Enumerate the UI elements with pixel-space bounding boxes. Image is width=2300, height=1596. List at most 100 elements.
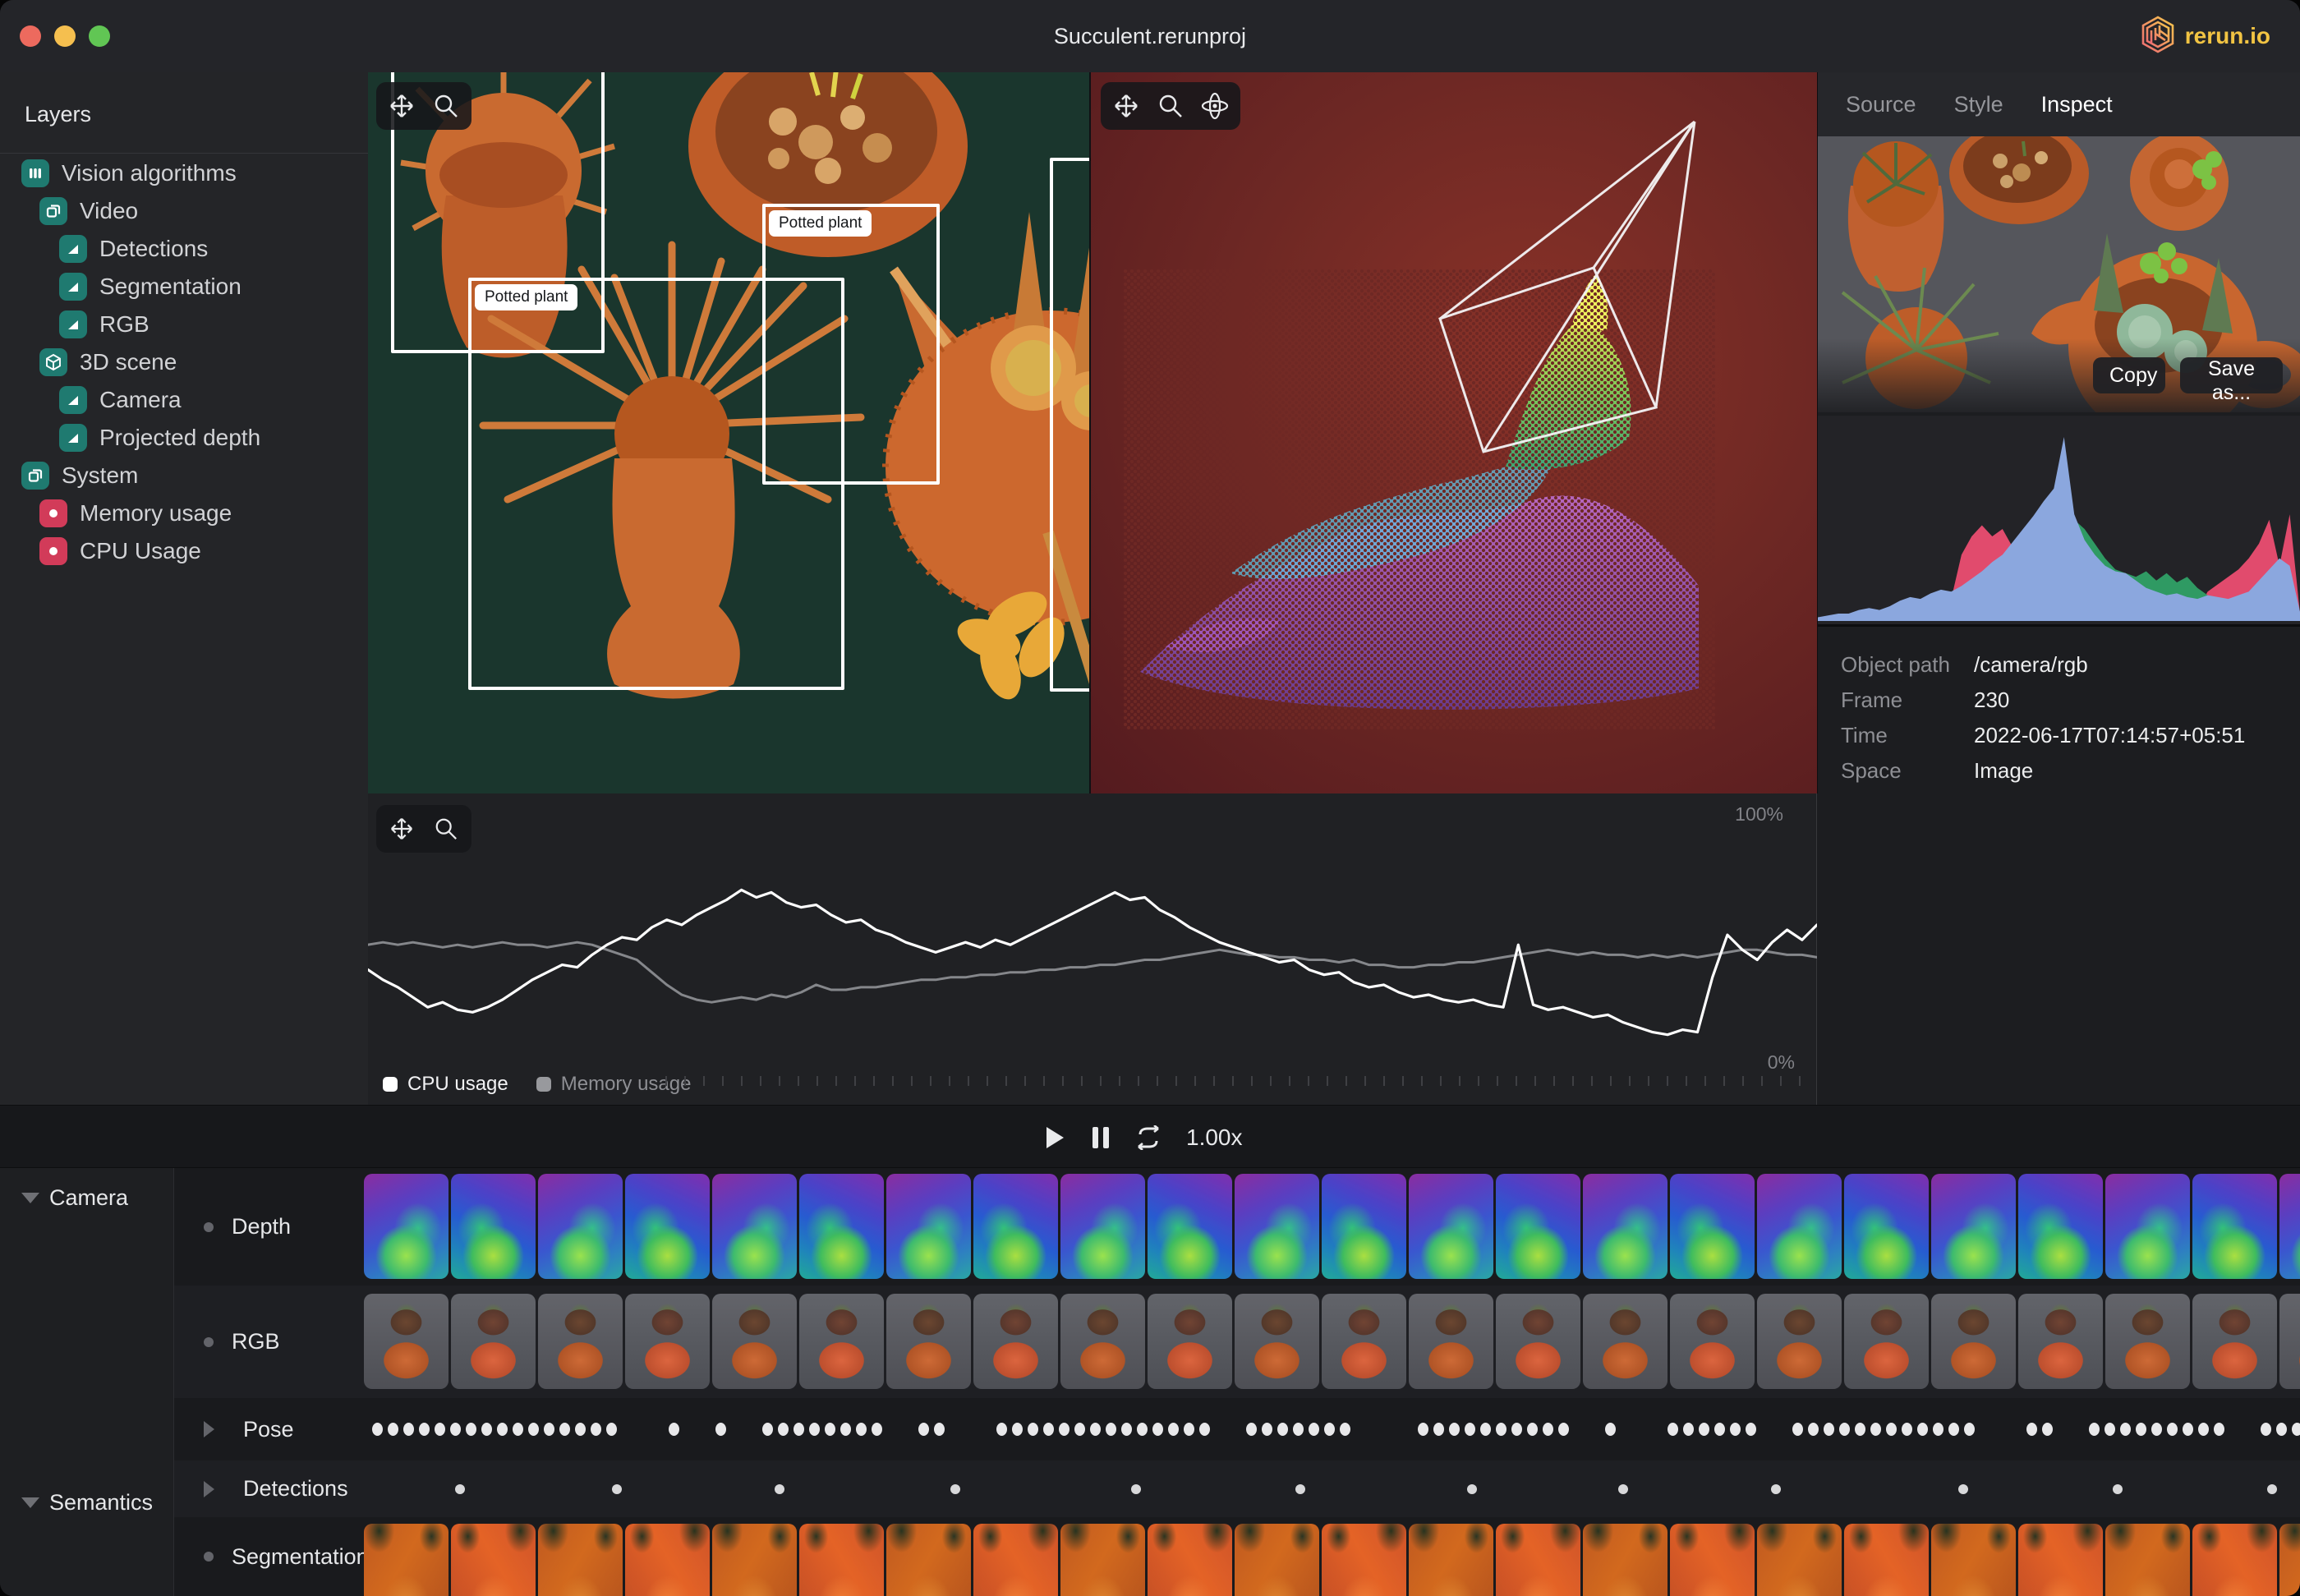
rgb-frame-thumbnail[interactable] [1844,1294,1929,1389]
pose-keyframe-dot[interactable] [513,1423,523,1436]
seg-frame-thumbnail[interactable] [2105,1524,2190,1596]
move-icon[interactable] [388,815,416,843]
rgb-frame-thumbnail[interactable] [1931,1294,2016,1389]
rgb-frame-thumbnail[interactable] [1496,1294,1580,1389]
pose-keyframe-dot[interactable] [934,1423,945,1436]
group-camera[interactable]: Camera [0,1180,174,1216]
pose-keyframe-dot[interactable] [575,1423,586,1436]
rgb-frame-thumbnail[interactable] [625,1294,710,1389]
rgb-frame-thumbnail[interactable] [451,1294,536,1389]
rgb-frame-thumbnail[interactable] [2018,1294,2103,1389]
track-row-detections[interactable]: Detections [174,1460,2300,1517]
sidebar-item-video[interactable]: Video [0,192,368,230]
track-strip-rgb[interactable] [364,1286,2300,1398]
seg-frame-thumbnail[interactable] [1148,1524,1232,1596]
detection-keyframe-dot[interactable] [1295,1484,1305,1494]
depth-frame-thumbnail[interactable] [1844,1174,1929,1279]
rgb-frame-thumbnail[interactable] [538,1294,623,1389]
rgb-frame-thumbnail[interactable] [1148,1294,1232,1389]
track-label-detections[interactable]: Detections [174,1460,348,1517]
track-strip-detections[interactable] [364,1460,2300,1517]
depth-frame-thumbnail[interactable] [538,1174,623,1279]
depth-frame-thumbnail[interactable] [1409,1174,1493,1279]
detection-keyframe-dot[interactable] [775,1484,784,1494]
pose-keyframe-dot[interactable] [840,1423,851,1436]
pose-keyframe-dot[interactable] [2183,1423,2193,1436]
seg-frame-thumbnail[interactable] [1235,1524,1319,1596]
zoom-icon[interactable] [432,92,460,120]
detection-box[interactable] [468,278,844,690]
pose-keyframe-dot[interactable] [2198,1423,2209,1436]
zoom-icon[interactable] [432,815,460,843]
pose-keyframe-dot[interactable] [1558,1423,1569,1436]
seg-frame-thumbnail[interactable] [2192,1524,2277,1596]
pose-keyframe-dot[interactable] [2214,1423,2224,1436]
pose-keyframe-dot[interactable] [450,1423,461,1436]
sidebar-item-vision-algorithms[interactable]: Vision algorithms [0,154,368,192]
pose-keyframe-dot[interactable] [1028,1423,1038,1436]
pose-keyframe-dot[interactable] [1324,1423,1335,1436]
seg-frame-thumbnail[interactable] [1844,1524,1929,1596]
pose-keyframe-dot[interactable] [1152,1423,1163,1436]
seg-frame-thumbnail[interactable] [364,1524,448,1596]
depth-frame-thumbnail[interactable] [886,1174,971,1279]
loop-button[interactable] [1129,1106,1168,1169]
rgb-frame-thumbnail[interactable] [1409,1294,1493,1389]
pose-keyframe-dot[interactable] [809,1423,820,1436]
detection-keyframe-dot[interactable] [950,1484,960,1494]
rgb-frame-thumbnail[interactable] [364,1294,448,1389]
pose-keyframe-dot[interactable] [591,1423,601,1436]
depth-frame-thumbnail[interactable] [364,1174,448,1279]
track-strip-depth[interactable] [364,1168,2300,1286]
pose-keyframe-dot[interactable] [1121,1423,1132,1436]
rgb-frame-thumbnail[interactable] [712,1294,797,1389]
pose-keyframe-dot[interactable] [1199,1423,1210,1436]
detection-keyframe-dot[interactable] [1618,1484,1628,1494]
pose-keyframe-dot[interactable] [1059,1423,1070,1436]
pose-keyframe-dot[interactable] [996,1423,1007,1436]
detection-keyframe-dot[interactable] [1467,1484,1477,1494]
viewport-3d-pointcloud[interactable] [1091,72,1818,793]
rgb-frame-thumbnail[interactable] [973,1294,1058,1389]
depth-frame-thumbnail[interactable] [712,1174,797,1279]
pose-keyframe-dot[interactable] [1246,1423,1257,1436]
pose-keyframe-dot[interactable] [1168,1423,1179,1436]
seg-frame-thumbnail[interactable] [1670,1524,1755,1596]
move-icon[interactable] [1112,92,1140,120]
pose-keyframe-dot[interactable] [1605,1423,1616,1436]
rgb-frame-thumbnail[interactable] [1670,1294,1755,1389]
pose-keyframe-dot[interactable] [2292,1423,2300,1436]
depth-frame-thumbnail[interactable] [1148,1174,1232,1279]
seg-frame-thumbnail[interactable] [451,1524,536,1596]
pose-keyframe-dot[interactable] [2026,1423,2037,1436]
tab-style[interactable]: Style [1954,92,2003,117]
sidebar-item-segmentation[interactable]: Segmentation [0,268,368,306]
detection-keyframe-dot[interactable] [1958,1484,1968,1494]
seg-frame-thumbnail[interactable] [712,1524,797,1596]
pose-keyframe-dot[interactable] [544,1423,554,1436]
seg-frame-thumbnail[interactable] [886,1524,971,1596]
seg-frame-thumbnail[interactable] [2018,1524,2103,1596]
track-row-rgb[interactable]: RGB [174,1286,2300,1398]
pose-keyframe-dot[interactable] [1917,1423,1928,1436]
seg-frame-thumbnail[interactable] [973,1524,1058,1596]
pose-keyframe-dot[interactable] [2042,1423,2053,1436]
seg-frame-thumbnail[interactable] [625,1524,710,1596]
pose-keyframe-dot[interactable] [1543,1423,1553,1436]
depth-frame-thumbnail[interactable] [2105,1174,2190,1279]
pose-keyframe-dot[interactable] [1668,1423,1678,1436]
depth-frame-thumbnail[interactable] [2279,1174,2300,1279]
pose-keyframe-dot[interactable] [2089,1423,2100,1436]
pose-keyframe-dot[interactable] [1340,1423,1350,1436]
copy-button[interactable]: Copy [2093,357,2165,393]
rgb-frame-thumbnail[interactable] [1757,1294,1842,1389]
pose-keyframe-dot[interactable] [1839,1423,1850,1436]
tab-source[interactable]: Source [1846,92,1916,117]
seg-frame-thumbnail[interactable] [1409,1524,1493,1596]
depth-frame-thumbnail[interactable] [2018,1174,2103,1279]
pose-keyframe-dot[interactable] [1137,1423,1148,1436]
pose-keyframe-dot[interactable] [1902,1423,1912,1436]
pose-keyframe-dot[interactable] [466,1423,476,1436]
pose-keyframe-dot[interactable] [778,1423,789,1436]
pose-keyframe-dot[interactable] [1511,1423,1522,1436]
